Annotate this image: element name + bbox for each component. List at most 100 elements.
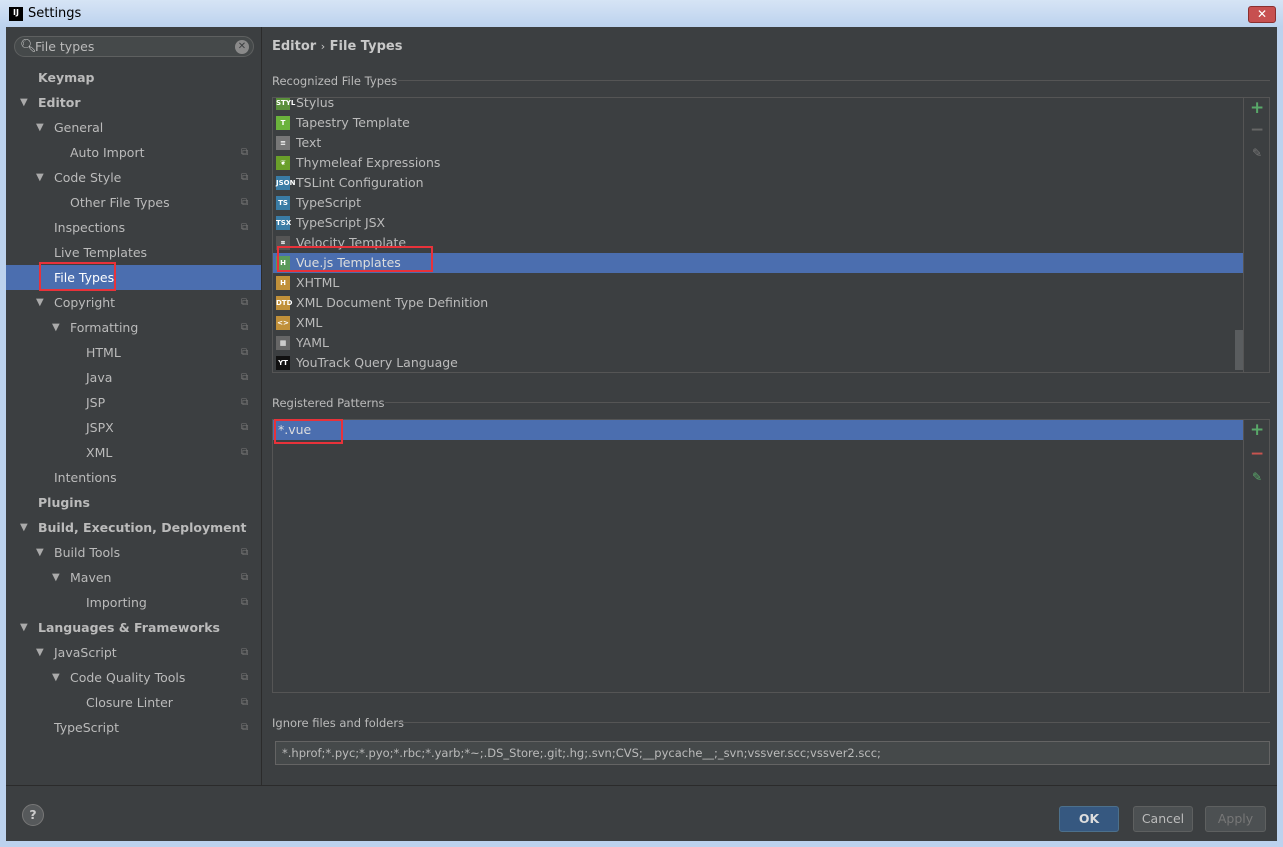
- tree-item[interactable]: ▼ Code Style ⧉: [6, 165, 261, 190]
- expand-arrow-icon[interactable]: ▼: [20, 615, 28, 640]
- expand-arrow-icon[interactable]: ▼: [52, 565, 60, 590]
- tree-item[interactable]: ▼ Build, Execution, Deployment: [6, 515, 261, 540]
- file-type-row[interactable]: TSX TypeScript JSX: [273, 213, 1244, 233]
- highlight-box: [39, 262, 116, 291]
- project-settings-icon: ⧉: [241, 172, 249, 183]
- tree-item[interactable]: ▼ Maven ⧉: [6, 565, 261, 590]
- breadcrumb-parent: Editor: [272, 39, 317, 54]
- file-types-panel: Editor › File Types Recognized File Type…: [263, 27, 1277, 785]
- tree-item-label: TypeScript: [54, 720, 119, 735]
- ok-button[interactable]: OK: [1059, 806, 1119, 832]
- expand-arrow-icon[interactable]: ▼: [20, 515, 28, 540]
- apply-button[interactable]: Apply: [1205, 806, 1266, 832]
- patterns-list[interactable]: *.vue: [273, 420, 1244, 692]
- file-type-row[interactable]: JSON TSLint Configuration: [273, 173, 1244, 193]
- tree-item-label: Code Style: [54, 170, 122, 185]
- tree-item[interactable]: ▼ Languages & Frameworks: [6, 615, 261, 640]
- add-file-type-button[interactable]: +: [1250, 98, 1264, 118]
- tree-item[interactable]: XML ⧉: [6, 440, 261, 465]
- remove-pattern-button[interactable]: −: [1250, 444, 1264, 464]
- project-settings-icon: ⧉: [241, 697, 249, 708]
- expand-arrow-icon[interactable]: ▼: [36, 115, 44, 140]
- file-type-row[interactable]: TS TypeScript: [273, 193, 1244, 213]
- file-type-label: Tapestry Template: [296, 115, 410, 130]
- tree-item[interactable]: Java ⧉: [6, 365, 261, 390]
- file-type-row[interactable]: H XHTML: [273, 273, 1244, 293]
- file-type-row[interactable]: ▦ YAML: [273, 333, 1244, 353]
- file-types-list[interactable]: STYL Stylus T Tapestry Template ≡ Text ❦ Thymel…: [273, 98, 1244, 372]
- tree-item[interactable]: Closure Linter ⧉: [6, 690, 261, 715]
- project-settings-icon: ⧉: [241, 572, 249, 583]
- tree-item[interactable]: TypeScript ⧉: [6, 715, 261, 740]
- file-type-row[interactable]: YT YouTrack Query Language: [273, 353, 1244, 372]
- tree-item[interactable]: Intentions: [6, 465, 261, 490]
- tree-item-label: Inspections: [54, 220, 126, 235]
- breadcrumb: Editor › File Types: [272, 39, 402, 54]
- highlight-box: [274, 419, 343, 444]
- tree-item-label: JavaScript: [54, 645, 117, 660]
- registered-patterns-panel: *.vue + − ✎: [272, 419, 1270, 693]
- file-type-label: YAML: [296, 335, 329, 350]
- file-type-row[interactable]: STYL Stylus: [273, 98, 1244, 113]
- project-settings-icon: ⧉: [241, 222, 249, 233]
- pattern-row[interactable]: *.vue: [273, 420, 1244, 440]
- tree-item[interactable]: ▼ Build Tools ⧉: [6, 540, 261, 565]
- tree-item[interactable]: ▼ Copyright ⧉: [6, 290, 261, 315]
- tree-item[interactable]: HTML ⧉: [6, 340, 261, 365]
- expand-arrow-icon[interactable]: ▼: [36, 540, 44, 565]
- file-type-icon: H: [276, 276, 290, 290]
- file-type-row[interactable]: ❦ Thymeleaf Expressions: [273, 153, 1244, 173]
- expand-arrow-icon[interactable]: ▼: [20, 90, 28, 115]
- tree-item[interactable]: ▼ Editor: [6, 90, 261, 115]
- tree-item[interactable]: ▼ Formatting ⧉: [6, 315, 261, 340]
- edit-pattern-button[interactable]: ✎: [1250, 470, 1264, 484]
- tree-item[interactable]: ▼ JavaScript ⧉: [6, 640, 261, 665]
- file-type-label: TypeScript JSX: [296, 215, 386, 230]
- expand-arrow-icon[interactable]: ▼: [36, 640, 44, 665]
- tree-item-label: Formatting: [70, 320, 139, 335]
- expand-arrow-icon[interactable]: ▼: [36, 290, 44, 315]
- expand-arrow-icon[interactable]: ▼: [36, 165, 44, 190]
- expand-arrow-icon[interactable]: ▼: [52, 315, 60, 340]
- cancel-button[interactable]: Cancel: [1133, 806, 1193, 832]
- tree-item[interactable]: ▼ General: [6, 115, 261, 140]
- tree-item-label: Languages & Frameworks: [38, 620, 220, 635]
- remove-file-type-button[interactable]: −: [1250, 120, 1264, 140]
- tree-item[interactable]: Importing ⧉: [6, 590, 261, 615]
- file-type-icon: T: [276, 116, 290, 130]
- recognized-file-types-label: Recognized File Types: [272, 74, 398, 88]
- tree-item[interactable]: Other File Types ⧉: [6, 190, 261, 215]
- close-button[interactable]: ✕: [1248, 6, 1276, 23]
- file-type-row[interactable]: <> XML: [273, 313, 1244, 333]
- project-settings-icon: ⧉: [241, 197, 249, 208]
- tree-item[interactable]: ▼ Code Quality Tools ⧉: [6, 665, 261, 690]
- file-type-icon: STYL: [276, 98, 295, 110]
- ignore-files-input[interactable]: *.hprof;*.pyc;*.pyo;*.rbc;*.yarb;*~;.DS_…: [275, 741, 1270, 765]
- file-type-row[interactable]: DTD XML Document Type Definition: [273, 293, 1244, 313]
- file-type-row[interactable]: T Tapestry Template: [273, 113, 1244, 133]
- file-type-icon: <>: [276, 316, 290, 330]
- search-input[interactable]: [35, 39, 230, 54]
- tree-item-label: Keymap: [38, 70, 95, 85]
- help-button[interactable]: ?: [22, 804, 44, 826]
- edit-file-type-button[interactable]: ✎: [1250, 146, 1264, 160]
- file-type-row[interactable]: ≡ Text: [273, 133, 1244, 153]
- file-type-label: Stylus: [296, 98, 335, 110]
- tree-item[interactable]: JSP ⧉: [6, 390, 261, 415]
- expand-arrow-icon[interactable]: ▼: [52, 665, 60, 690]
- tree-item-label: Auto Import: [70, 145, 145, 160]
- file-type-label: TypeScript: [296, 195, 361, 210]
- tree-item[interactable]: JSPX ⧉: [6, 415, 261, 440]
- search-field[interactable]: 🔍︎ ✕: [14, 36, 254, 57]
- tree-item-label: JSP: [86, 395, 106, 410]
- tree-item[interactable]: Inspections ⧉: [6, 215, 261, 240]
- add-pattern-button[interactable]: +: [1250, 420, 1264, 440]
- tree-item[interactable]: Keymap: [6, 65, 261, 90]
- project-settings-icon: ⧉: [241, 297, 249, 308]
- clear-search-icon[interactable]: ✕: [235, 40, 249, 54]
- tree-item-label: Editor: [38, 95, 81, 110]
- project-settings-icon: ⧉: [241, 372, 249, 383]
- tree-item[interactable]: Auto Import ⧉: [6, 140, 261, 165]
- scrollbar[interactable]: [1235, 330, 1243, 370]
- tree-item[interactable]: Plugins: [6, 490, 261, 515]
